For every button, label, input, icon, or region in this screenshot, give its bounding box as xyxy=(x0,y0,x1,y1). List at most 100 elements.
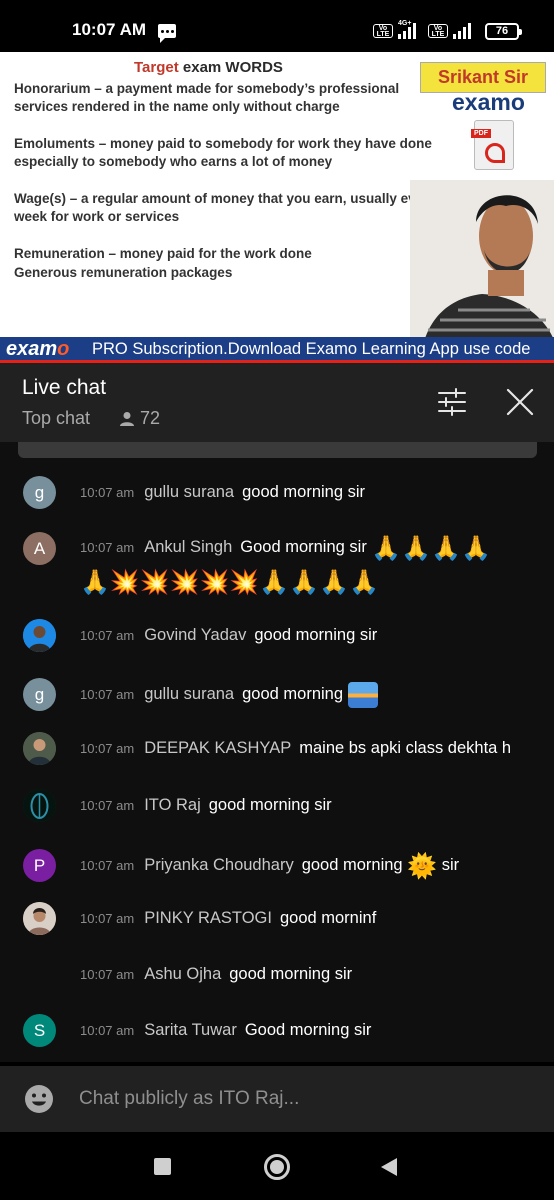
pray-emoji: 🙏 xyxy=(80,567,110,596)
message-notification-icon xyxy=(158,24,176,43)
message-time: 10:07 am xyxy=(80,967,135,982)
ticker-brand: examo xyxy=(6,338,70,360)
signal-bars-icon xyxy=(398,23,418,39)
status-bar: 10:07 AM Vo LTE 4G+ Vo LTE 76 xyxy=(0,0,554,52)
message-time: 10:07 am xyxy=(80,687,135,702)
slide-line: Generous remuneration packages xyxy=(14,265,233,280)
collision-emoji: 💥💥💥💥💥 xyxy=(109,567,260,596)
message-text-after: sir xyxy=(441,856,460,874)
message-line: 10:07 am Ashu Ojha good morning sir xyxy=(80,957,544,992)
message-time: 10:07 am xyxy=(80,485,135,500)
pdf-icon: PDF xyxy=(471,120,514,170)
smiley-icon xyxy=(25,1085,53,1113)
avatar[interactable]: S xyxy=(23,1014,56,1047)
user-photo-icon xyxy=(23,619,56,652)
battery-icon: 76 xyxy=(485,23,522,40)
message-text: good morninf xyxy=(279,909,377,927)
message-author: Priyanka Choudhary xyxy=(144,856,294,874)
message-author: Ashu Ojha xyxy=(144,965,222,983)
message-text: good morning sir xyxy=(242,483,366,501)
close-icon xyxy=(506,388,534,416)
avatar[interactable] xyxy=(23,732,56,765)
message-author: gullu surana xyxy=(144,483,235,501)
message-text: maine bs apki class dekhta h xyxy=(299,739,512,757)
back-triangle-icon[interactable] xyxy=(381,1158,397,1176)
chat-messages-list[interactable]: g 10:07 am gullu surana good morning sir A… xyxy=(0,442,554,1062)
slide-line: week for work or services xyxy=(14,209,180,224)
avatar[interactable] xyxy=(23,789,56,822)
message-time: 10:07 am xyxy=(80,741,135,756)
chat-header: Live chat Top chat 72 xyxy=(0,363,554,442)
volte-icon: Vo LTE xyxy=(428,24,448,38)
avatar[interactable]: P xyxy=(23,849,56,882)
viewer-count: 72 xyxy=(140,408,161,428)
message-time: 10:07 am xyxy=(80,798,135,813)
message-author: Ankul Singh xyxy=(144,538,233,556)
message-line: 10:07 am Priyanka Choudhary good morning 🌞… xyxy=(80,848,544,883)
video-player[interactable]: Target exam WORDS Honorarium – a payment… xyxy=(0,52,554,362)
person-icon xyxy=(120,412,134,426)
pray-emoji: 🙏🙏🙏🙏 xyxy=(371,533,491,562)
avatar[interactable] xyxy=(23,958,56,991)
user-photo-icon xyxy=(23,902,56,935)
message-time: 10:07 am xyxy=(80,628,135,643)
slide-line: Honorarium – a payment made for somebody… xyxy=(14,81,400,96)
avatar[interactable]: A xyxy=(23,532,56,565)
close-button[interactable] xyxy=(503,385,537,419)
message-author: ITO Raj xyxy=(144,796,201,814)
message-author: DEEPAK KASHYAP xyxy=(144,739,292,757)
message-line: 10:07 am PINKY RASTOGI good morninf xyxy=(80,901,544,936)
brand-logo: examo xyxy=(452,89,525,115)
slide-line: Remuneration – money paid for the work d… xyxy=(14,246,312,261)
user-photo-icon xyxy=(23,732,56,765)
message-text: good morning xyxy=(301,856,403,874)
emoji-button[interactable] xyxy=(23,1083,55,1115)
system-nav-bar xyxy=(0,1132,554,1200)
message-line-continued: 🙏💥💥💥💥💥🙏🙏🙏🙏 xyxy=(80,564,544,598)
message-author: Govind Yadav xyxy=(144,626,247,644)
message-text: Good morning sir xyxy=(244,1021,372,1039)
message-time: 10:07 am xyxy=(80,540,135,555)
status-time: 10:07 AM xyxy=(72,20,147,39)
message-text: good morning sir xyxy=(254,626,378,644)
message-text: good morning xyxy=(242,685,344,703)
message-line: 10:07 am ITO Raj good morning sir xyxy=(80,788,544,823)
message-line: 10:07 am gullu surana good morning xyxy=(80,677,544,712)
sunrise-emoji xyxy=(347,681,378,708)
top-chat-selector[interactable]: Top chat xyxy=(22,408,90,429)
ticker-text: PRO Subscription.Download Examo Learning… xyxy=(92,340,531,358)
message-author: gullu surana xyxy=(144,685,235,703)
presenter-video xyxy=(410,180,554,362)
message-line: 10:07 am Sarita Tuwar Good morning sir xyxy=(80,1013,544,1048)
slide-line: Wage(s) – a regular amount of money that… xyxy=(14,191,436,206)
pray-emoji: 🙏🙏🙏🙏 xyxy=(259,567,379,596)
volte-icon: Vo LTE xyxy=(373,24,393,38)
message-line: 10:07 am DEEPAK KASHYAP maine bs apki clas… xyxy=(80,731,544,766)
slide-line: services rendered in the name only witho… xyxy=(14,99,340,114)
signal-bars-icon xyxy=(453,23,473,39)
slide-title: Target exam WORDS xyxy=(134,59,283,76)
avatar[interactable]: g xyxy=(23,476,56,509)
recents-square-icon[interactable] xyxy=(154,1158,171,1175)
sun-emoji: 🌞 xyxy=(407,851,438,880)
filter-button[interactable] xyxy=(436,387,468,417)
message-time: 10:07 am xyxy=(80,858,135,873)
chat-input-bar xyxy=(0,1066,554,1132)
message-time: 10:07 am xyxy=(80,911,135,926)
message-author: Sarita Tuwar xyxy=(144,1021,237,1039)
chat-input[interactable] xyxy=(70,1082,530,1116)
slide-line: especially to somebody who earns a lot o… xyxy=(14,154,333,169)
tune-sliders-icon xyxy=(438,388,466,416)
user-photo-icon xyxy=(23,789,56,822)
message-line: 10:07 am gullu surana good morning sir xyxy=(80,475,544,510)
message-text: good morning sir xyxy=(208,796,332,814)
avatar[interactable]: g xyxy=(23,678,56,711)
avatar[interactable] xyxy=(23,619,56,652)
ticker-banner: examo PRO Subscription.Download Examo Le… xyxy=(0,337,554,362)
chat-title: Live chat xyxy=(22,376,107,399)
home-circle-icon[interactable] xyxy=(264,1154,290,1180)
message-author: PINKY RASTOGI xyxy=(144,909,272,927)
avatar[interactable] xyxy=(23,902,56,935)
slide-line: Emoluments – money paid to somebody for … xyxy=(14,136,432,151)
scroll-indicator xyxy=(18,442,537,458)
